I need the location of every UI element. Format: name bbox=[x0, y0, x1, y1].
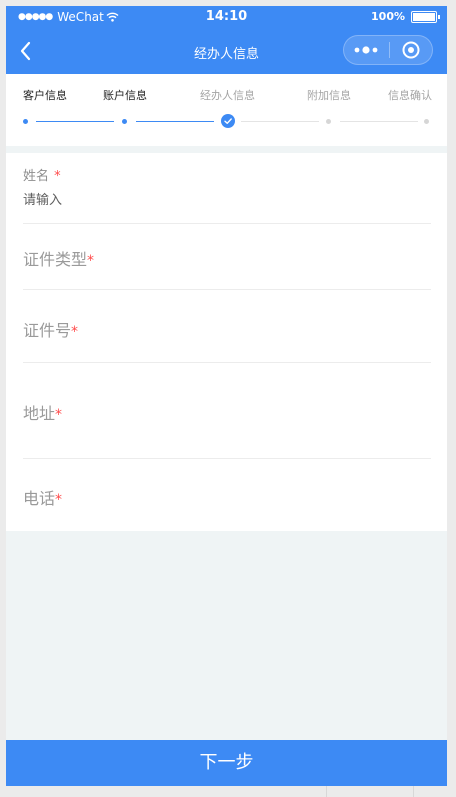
id-number-field[interactable]: 证件号* bbox=[23, 290, 431, 363]
battery-icon bbox=[411, 10, 440, 23]
id-type-label: 证件类型 bbox=[23, 250, 88, 269]
step-label-extra: 附加信息 bbox=[307, 89, 351, 102]
required-mark: * bbox=[55, 492, 63, 508]
divider bbox=[413, 786, 414, 797]
required-mark: * bbox=[54, 169, 61, 184]
check-icon bbox=[224, 118, 232, 124]
step-dot-account bbox=[122, 119, 127, 124]
next-step-button[interactable]: 下一步 bbox=[6, 740, 447, 786]
phone-label-row: 电话* bbox=[23, 485, 62, 509]
step-label-account: 账户信息 bbox=[103, 89, 147, 102]
step-label-agent: 经办人信息 bbox=[200, 89, 255, 102]
step-line-1 bbox=[36, 121, 114, 122]
agent-form: 姓名 * 证件类型* 证件号* 地址* 电话* bbox=[6, 153, 447, 531]
target-close-icon bbox=[402, 41, 420, 59]
required-mark: * bbox=[55, 407, 63, 423]
address-label-row: 地址* bbox=[23, 400, 62, 424]
step-current-agent bbox=[221, 114, 235, 128]
status-battery: 100% bbox=[371, 10, 440, 23]
divider bbox=[326, 786, 327, 797]
required-mark: * bbox=[87, 253, 95, 269]
step-dot-customer bbox=[23, 119, 28, 124]
id-type-field[interactable]: 证件类型* bbox=[23, 224, 431, 290]
step-line-3 bbox=[241, 121, 319, 122]
name-input[interactable] bbox=[23, 191, 323, 209]
id-number-label-row: 证件号* bbox=[23, 317, 78, 341]
name-label-row: 姓名 * bbox=[23, 165, 61, 184]
required-mark: * bbox=[71, 324, 79, 340]
name-field: 姓名 * bbox=[23, 165, 431, 224]
phone-screen: ●●●●● WeChat 14:10 100% 经办人信息 客户信息 账户信息 … bbox=[6, 6, 447, 786]
id-type-label-row: 证件类型* bbox=[23, 246, 94, 270]
step-line-2 bbox=[136, 121, 214, 122]
phone-field[interactable]: 电话* bbox=[23, 459, 431, 531]
id-number-label: 证件号 bbox=[23, 321, 72, 340]
step-line-4 bbox=[340, 121, 418, 122]
battery-fill bbox=[413, 12, 435, 21]
battery-percent: 100% bbox=[371, 10, 405, 23]
miniprogram-capsule bbox=[343, 35, 433, 65]
address-label: 地址 bbox=[23, 404, 56, 423]
nav-header: ●●●●● WeChat 14:10 100% 经办人信息 bbox=[6, 6, 447, 74]
step-indicator: 客户信息 账户信息 经办人信息 附加信息 信息确认 bbox=[6, 74, 447, 146]
phone-label: 电话 bbox=[23, 489, 56, 508]
step-label-confirm: 信息确认 bbox=[388, 89, 432, 102]
step-label-customer: 客户信息 bbox=[23, 89, 67, 102]
more-button[interactable] bbox=[344, 36, 388, 64]
more-dots-icon bbox=[354, 46, 378, 54]
name-label: 姓名 bbox=[23, 169, 50, 184]
step-dot-confirm bbox=[424, 119, 429, 124]
address-field[interactable]: 地址* bbox=[23, 363, 431, 459]
close-miniprogram-button[interactable] bbox=[390, 36, 432, 64]
step-dot-extra bbox=[326, 119, 331, 124]
